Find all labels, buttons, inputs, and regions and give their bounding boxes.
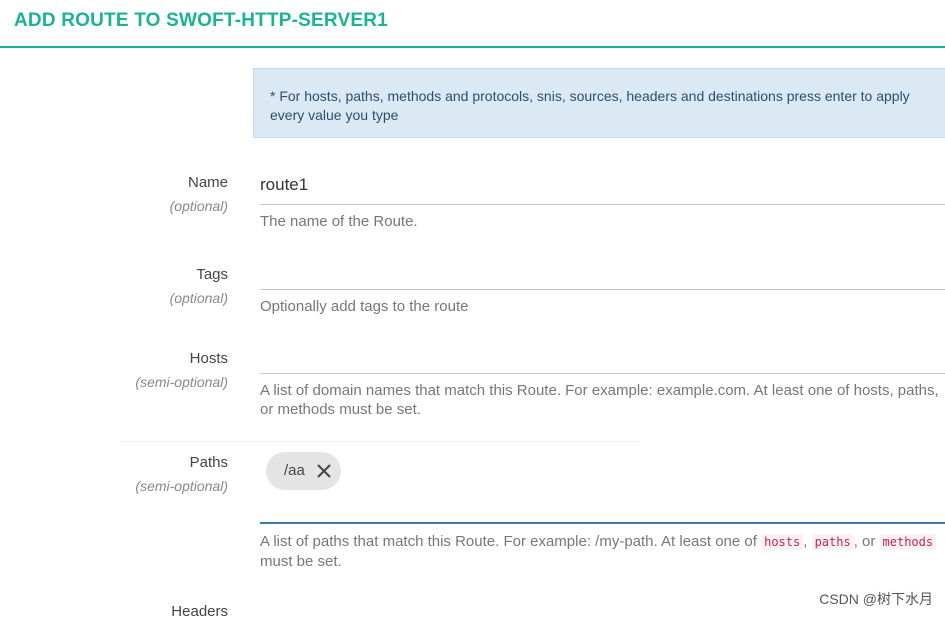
- close-icon[interactable]: [315, 462, 333, 480]
- paths-input[interactable]: [260, 445, 945, 524]
- hosts-label: Hosts: [189, 350, 228, 367]
- page-header: ADD ROUTE TO SWOFT-HTTP-SERVER1: [0, 0, 945, 48]
- path-chip-label: /aa: [284, 462, 305, 479]
- tags-label: Tags: [196, 266, 228, 283]
- hosts-help: A list of domain names that match this R…: [260, 382, 939, 418]
- paths-help: A list of paths that match this Route. F…: [260, 532, 945, 571]
- watermark: CSDN @树下水月: [819, 591, 933, 607]
- paths-optional-note: (semi-optional): [135, 478, 228, 494]
- headers-label: Headers: [171, 603, 228, 620]
- code-methods: methods: [879, 534, 937, 550]
- name-optional-note: (optional): [169, 198, 228, 214]
- info-alert: * For hosts, paths, methods and protocol…: [253, 68, 945, 138]
- tags-input[interactable]: [260, 252, 945, 290]
- paths-help-text-end: must be set.: [260, 553, 342, 570]
- hosts-optional-note: (semi-optional): [135, 374, 228, 390]
- paths-help-text: A list of paths that match this Route. F…: [260, 533, 757, 550]
- paths-label: Paths: [189, 454, 228, 471]
- page-title: ADD ROUTE TO SWOFT-HTTP-SERVER1: [14, 10, 388, 31]
- hosts-input[interactable]: [260, 336, 945, 374]
- section-divider: [120, 441, 640, 442]
- path-chip[interactable]: /aa: [266, 452, 341, 490]
- code-paths: paths: [811, 534, 854, 550]
- name-label: Name: [187, 174, 228, 191]
- name-help: The name of the Route.: [260, 213, 418, 230]
- tags-help: Optionally add tags to the route: [260, 298, 469, 315]
- name-input[interactable]: [260, 164, 945, 205]
- tags-optional-note: (optional): [169, 290, 228, 306]
- code-hosts: hosts: [761, 534, 804, 550]
